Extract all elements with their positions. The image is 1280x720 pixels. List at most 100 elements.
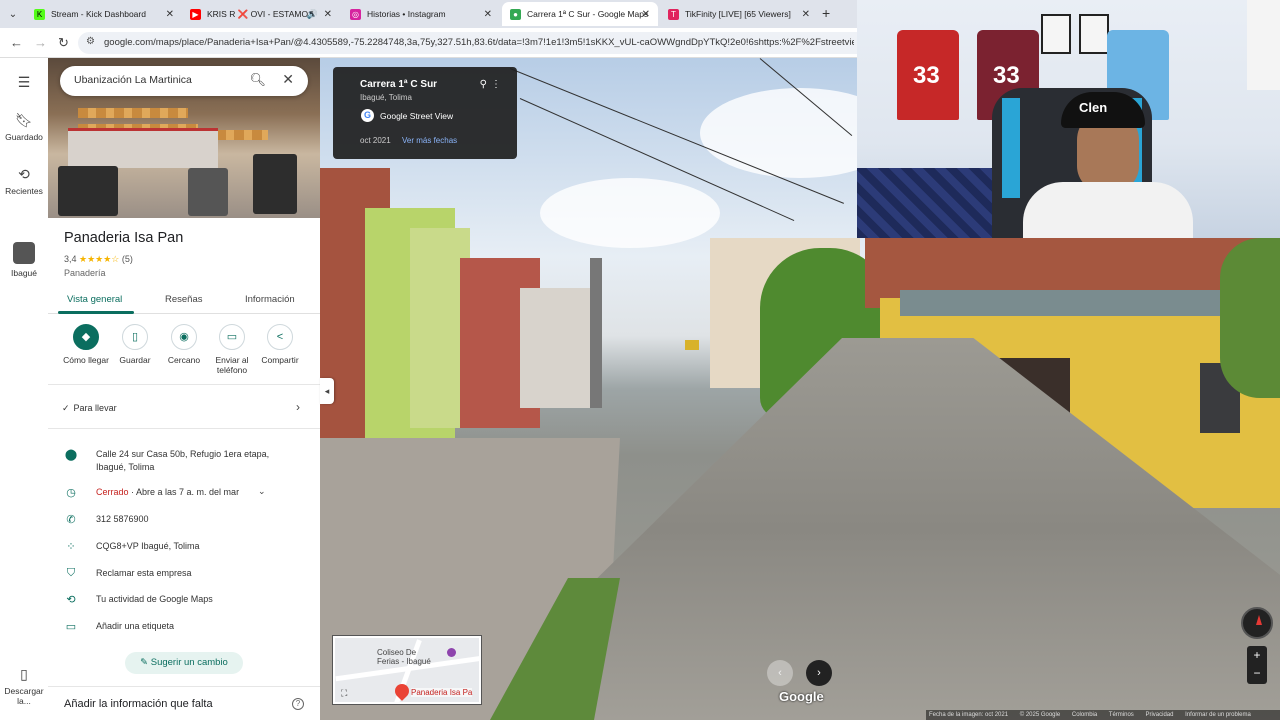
- bookmark-icon: 🔖︎: [15, 112, 33, 128]
- url-field[interactable]: ⚙ google.com/maps/place/Panaderia+Isa+Pa…: [78, 32, 857, 54]
- back-arrow-icon[interactable]: ←: [10, 35, 23, 50]
- tikfinity-icon: T: [668, 8, 679, 20]
- phone-icon: ✆: [66, 514, 76, 526]
- car: [685, 340, 699, 350]
- compass-icon[interactable]: [1241, 607, 1273, 639]
- zoom-in-icon[interactable]: +: [1247, 646, 1267, 665]
- reload-icon[interactable]: ↻: [58, 35, 69, 51]
- bread-shelf: [78, 108, 188, 118]
- chair-stripe: [1002, 98, 1020, 198]
- site-info-icon[interactable]: ⚙: [86, 36, 95, 47]
- audio-icon[interactable]: 🔊: [307, 9, 318, 20]
- nearby-icon: ◉: [171, 324, 197, 350]
- tab-strip: ⌄ K Stream - Kick Dashboard ✕ ▶ KRIS R ❌…: [0, 0, 857, 28]
- bed: [857, 168, 1007, 238]
- directions-button[interactable]: ◆ Cómo llegar: [58, 324, 114, 365]
- location-pin-icon: ⬤: [64, 449, 78, 461]
- help-icon[interactable]: ?: [292, 698, 304, 710]
- location-pin-icon[interactable]: ⚲: [480, 79, 487, 90]
- new-tab-plus-icon[interactable]: +: [822, 5, 830, 21]
- cloud: [540, 178, 720, 248]
- tab-google-maps[interactable]: ● Carrera 1ª C Sur - Google Maps ✕: [502, 2, 658, 26]
- place-tabs: Vista general Reseñas Información: [48, 288, 320, 314]
- next-arrow-icon[interactable]: ›: [806, 660, 832, 686]
- map-footer: Fecha de la imagen: oct 2021 © 2025 Goog…: [926, 710, 1280, 720]
- share-button[interactable]: < Compartir: [252, 324, 308, 365]
- tab-tikfinity[interactable]: T TikFinity [LIVE] [65 Viewers] ✕: [660, 2, 818, 26]
- divider: [48, 384, 320, 385]
- pickup-row[interactable]: ✓ Para llevar: [62, 403, 117, 414]
- place-panel: Ubanización La Martinica 🔍︎ ✕ Panaderia …: [48, 58, 320, 720]
- chevron-right-icon[interactable]: ›: [296, 400, 300, 414]
- place-thumbnail: [13, 242, 35, 264]
- google-logo: Google: [779, 689, 824, 704]
- divider: [48, 428, 320, 429]
- save-button[interactable]: ▯ Guardar: [107, 324, 163, 365]
- close-tab-icon[interactable]: ✕: [484, 9, 492, 20]
- search-box[interactable]: Ubanización La Martinica 🔍︎ ✕: [60, 66, 308, 96]
- tab-youtube[interactable]: ▶ KRIS R ❌ OVI - ESTAMOS 🔊 ✕: [182, 2, 340, 26]
- youtube-icon: ▶: [190, 8, 201, 20]
- poi-marker-icon: [447, 648, 456, 657]
- chevron-down-icon[interactable]: ⌄: [258, 486, 266, 497]
- history-icon: ⟲: [18, 166, 30, 182]
- plus-code-icon: ⁘: [66, 541, 76, 553]
- collapse-panel-button[interactable]: ◂: [320, 378, 334, 404]
- wall-panel: [1247, 0, 1280, 90]
- menu-button[interactable]: ☰: [0, 74, 48, 94]
- picture-frame: [1041, 14, 1071, 54]
- place-title: Panaderia Isa Pan: [64, 230, 184, 246]
- close-icon[interactable]: ✕: [282, 71, 294, 88]
- tab-info[interactable]: Información: [245, 294, 295, 305]
- more-dates-link[interactable]: Ver más fechas: [402, 136, 457, 145]
- maps-left-rail: ☰ 🔖︎ Guardado ⟲ Recientes Ibagué ▯ Descarga…: [0, 58, 48, 720]
- divider: [48, 686, 320, 687]
- display-case: [68, 128, 218, 168]
- pencil-icon: ✎: [140, 657, 151, 668]
- close-tab-icon[interactable]: ✕: [166, 9, 174, 20]
- place-rating[interactable]: 3,4 ★★★★☆ (5): [64, 254, 133, 265]
- zoom-control: + −: [1247, 646, 1267, 684]
- place-category[interactable]: Panadería: [64, 268, 106, 278]
- instagram-icon: ◎: [350, 8, 361, 20]
- google-g-icon: G: [361, 109, 374, 122]
- close-tab-icon[interactable]: ✕: [802, 9, 810, 20]
- previous-arrow-icon[interactable]: ‹: [767, 660, 793, 686]
- tab-overview[interactable]: Vista general: [67, 294, 122, 305]
- tab-kick[interactable]: K Stream - Kick Dashboard ✕: [26, 2, 182, 26]
- chair: [253, 154, 297, 214]
- directions-icon: ◆: [73, 324, 99, 350]
- street-name: Carrera 1ª C Sur: [360, 79, 438, 90]
- action-buttons: ◆ Cómo llegar ▯ Guardar ◉ Cercano ▭ Enviar a…: [48, 324, 320, 384]
- tab-instagram[interactable]: ◎ Historias • Instagram ✕: [342, 2, 500, 26]
- expand-map-icon[interactable]: ⛶: [341, 688, 347, 699]
- phone-send-icon: ▭: [219, 324, 245, 350]
- missing-info-heading: Añadir la información que falta: [64, 698, 213, 710]
- rail-recent-place[interactable]: Ibagué: [0, 242, 48, 278]
- active-tab-indicator: [58, 311, 134, 314]
- webcam-overlay: 33 33 Clen: [857, 0, 1280, 238]
- search-icon[interactable]: 🔍︎: [249, 72, 266, 88]
- street-city: Ibagué, Tolima: [360, 93, 412, 102]
- tab-search-chevron-icon[interactable]: ⌄: [4, 5, 22, 23]
- tab-reviews[interactable]: Reseñas: [165, 294, 203, 305]
- compass-needle: [1256, 615, 1262, 625]
- rating-stars: ★★★★☆: [79, 254, 120, 264]
- rail-recent[interactable]: ⟲ Recientes: [0, 166, 48, 196]
- bookmark-icon: ▯: [122, 324, 148, 350]
- minimap[interactable]: Coliseo De Ferias - Ibagué Panaderia Isa…: [333, 636, 481, 704]
- jersey-red: 33: [897, 30, 959, 120]
- chair: [188, 168, 228, 216]
- white-shirt: [1023, 182, 1193, 238]
- suggest-edit-button[interactable]: ✎ Sugerir un cambio: [125, 652, 243, 674]
- more-options-icon[interactable]: ⋮: [491, 79, 501, 90]
- clock-icon: ◷: [66, 487, 76, 499]
- rail-saved[interactable]: 🔖︎ Guardado: [0, 112, 48, 142]
- rail-download[interactable]: ▯ Descargar la...: [0, 666, 48, 706]
- utility-pole: [590, 258, 602, 408]
- close-tab-icon[interactable]: ✕: [642, 9, 650, 20]
- forward-arrow-icon[interactable]: →: [34, 35, 47, 50]
- zoom-out-icon[interactable]: −: [1247, 665, 1267, 684]
- close-tab-icon[interactable]: ✕: [324, 9, 332, 20]
- label-icon: ▭: [65, 621, 77, 633]
